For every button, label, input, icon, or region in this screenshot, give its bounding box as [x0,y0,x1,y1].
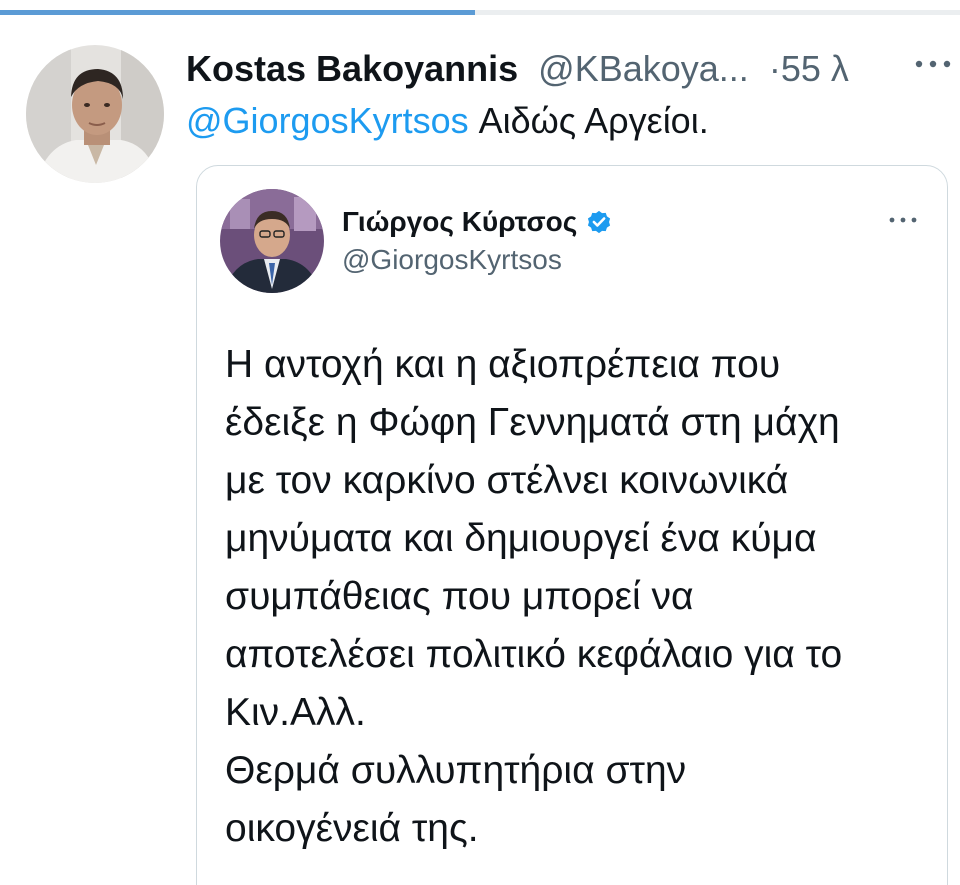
quoted-text-line: Κιν.Αλλ. [225,691,366,734]
verified-badge-icon [585,208,613,236]
tweet-header: Kostas Bakoyannis @KBakoya... ·55 λ [186,44,956,94]
quoted-text-line: οικογένειά της. [225,807,479,850]
quoted-text-line: έδειξε η Φώφη Γεννηματά στη μάχη [225,401,840,444]
quoted-text-line: με τον καρκίνο στέλνει κοινωνικά [225,459,789,502]
progress-bar-fill [0,10,476,15]
tweet-timestamp[interactable]: ·55 λ [759,48,849,89]
quoted-tweet-card[interactable]: Γιώργος Κύρτσος @GiorgosKyrtsos Η αντοχή… [196,165,948,885]
mention-link[interactable]: @GiorgosKyrtsos [186,100,469,141]
tweet-text: @GiorgosKyrtsos Αιδώς Αργείοι. [186,96,709,146]
quoted-text-line: συμπάθειας που μπορεί να [225,575,694,618]
tweet-screen: Kostas Bakoyannis @KBakoya... ·55 λ @Gio… [0,0,960,885]
quoted-tweet-text: Η αντοχή και η αξιοπρέπεια που έδειξε η … [225,336,945,858]
author-handle[interactable]: @KBakoya... [528,48,749,89]
quoted-author-name[interactable]: Γιώργος Κύρτσος [342,206,577,238]
quoted-author-handle[interactable]: @GiorgosKyrtsos [342,244,562,276]
more-horizontal-icon[interactable] [887,210,919,230]
more-horizontal-icon[interactable] [913,52,953,76]
quoted-text-line: μηνύματα και δημιουργεί ένα κύμα [225,517,817,560]
quoted-author-name-row: Γιώργος Κύρτσος [342,202,613,242]
progress-bar [0,10,960,15]
author-avatar[interactable] [26,45,164,183]
tweet-text-body: Αιδώς Αργείοι. [468,100,709,141]
quoted-text-line: Η αντοχή και η αξιοπρέπεια που [225,343,781,386]
quoted-text-line: Θερμά συλλυπητήρια στην [225,749,687,792]
quoted-author-avatar[interactable] [220,189,324,293]
author-name[interactable]: Kostas Bakoyannis [186,48,518,89]
quoted-text-line: αποτελέσει πολιτικό κεφάλαιο για το [225,633,843,676]
